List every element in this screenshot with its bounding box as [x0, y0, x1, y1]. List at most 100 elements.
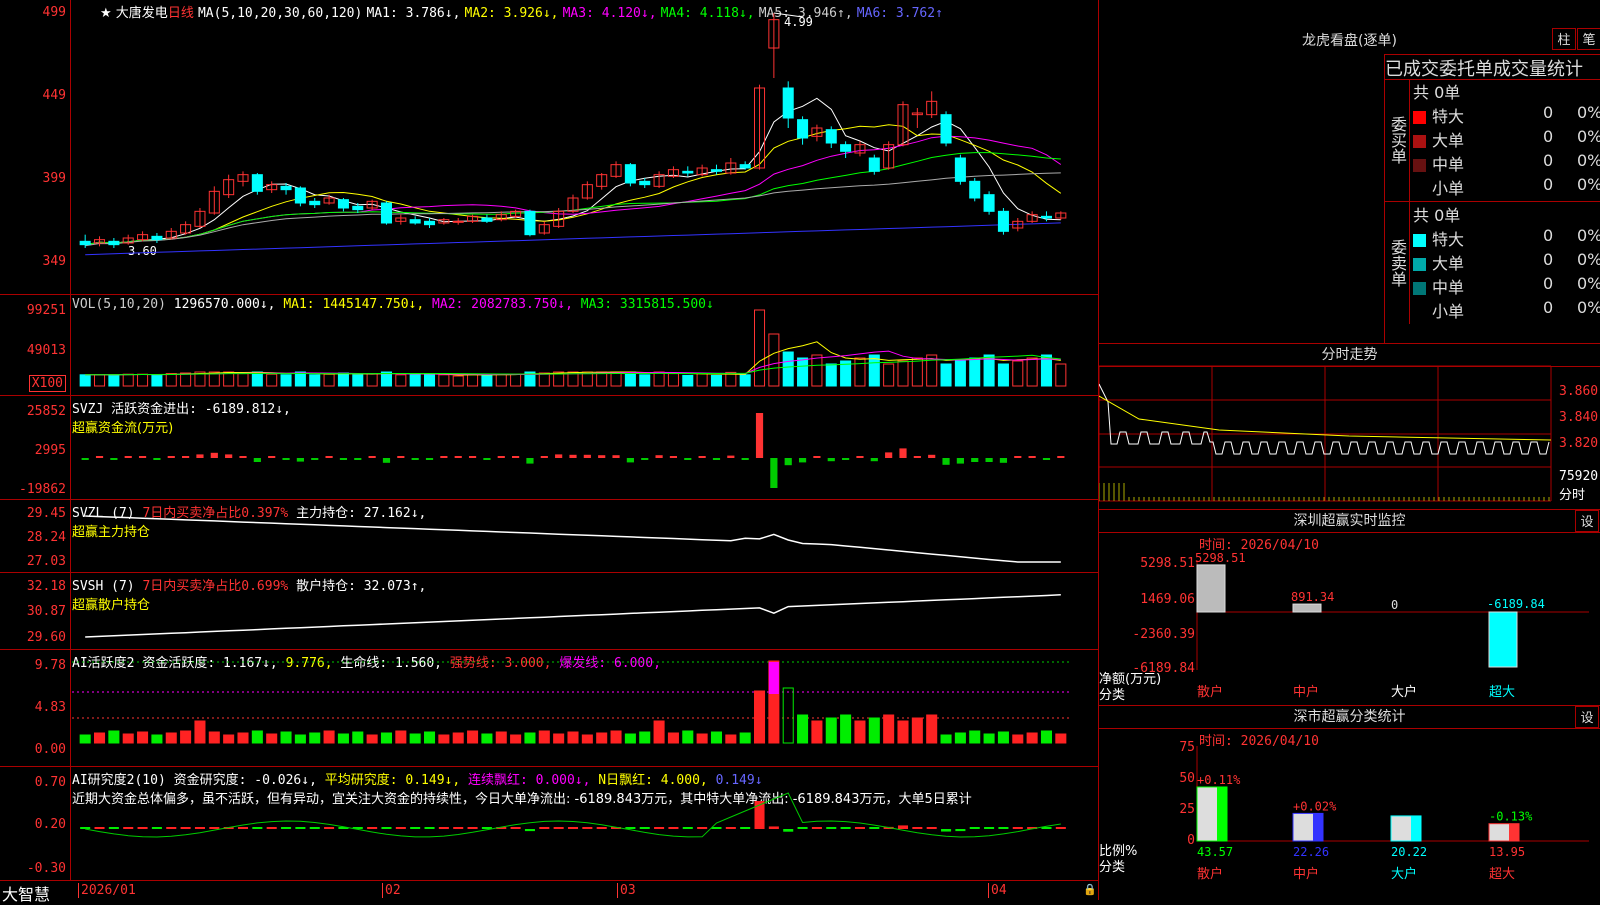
activity-bar — [954, 732, 966, 744]
research-chart — [80, 792, 1066, 838]
activity-bar — [983, 733, 995, 744]
activity-bar — [883, 714, 895, 744]
activity-bar — [538, 730, 550, 744]
activity-bar — [1040, 730, 1053, 744]
net-flow-value: -6189.84 — [1487, 597, 1545, 611]
volume-bar — [510, 373, 522, 387]
ai-research-panel[interactable]: 0.70 0.20 -0.30 AI研究度2(10) 资金研究度: -0.026… — [0, 767, 1098, 881]
flow-bar — [641, 458, 649, 460]
volume-bar — [1026, 357, 1038, 387]
sz-class-panel[interactable]: 深市超赢分类统计 设 时间: 2026/04/10 75 50 25 0 比例%… — [1099, 705, 1600, 901]
flow-bar — [885, 452, 893, 458]
research-bar — [697, 827, 708, 829]
kline-panel[interactable]: 499 449 399 349 ★ 大唐发电日线 MA(5,10,20,30,6… — [0, 0, 1098, 295]
volume-bar — [911, 357, 923, 387]
activity-bar — [624, 733, 636, 744]
candle-body — [624, 164, 636, 184]
research-bar — [811, 827, 822, 829]
volume-bar — [294, 371, 306, 387]
candle-body — [280, 185, 292, 191]
volume-bar — [667, 373, 679, 387]
buy-total: 共 0单 — [1413, 83, 1461, 102]
capital-flow-chart — [81, 413, 1065, 488]
research-bar — [682, 827, 693, 829]
flow-bar — [741, 458, 749, 460]
flow-bar — [899, 448, 907, 458]
volume-bar — [495, 373, 507, 387]
intraday-price-line — [1099, 383, 1550, 455]
order-count: 0 — [1543, 250, 1554, 269]
research-bar — [639, 827, 650, 829]
burst-bar — [768, 662, 779, 694]
research-bar — [424, 827, 435, 829]
flow-bar — [770, 458, 778, 488]
candle-body — [380, 202, 392, 224]
order-count: 0 — [1543, 175, 1554, 194]
order-size-label: 大单 — [1432, 254, 1465, 273]
flow-bar — [985, 458, 993, 462]
sz-monitor-panel[interactable]: 深圳超赢实时监控 设 时间: 2026/04/10 5298.51 1469.0… — [1099, 509, 1600, 705]
ai-active-panel[interactable]: 9.78 4.83 0.00 AI活跃度2 资金活跃度: 1.167↓, 9.7… — [0, 650, 1098, 767]
flow-bar — [182, 456, 190, 458]
candle-body — [151, 235, 163, 241]
flow-bar — [870, 458, 878, 462]
order-table: 委买单 委卖单 共 0单 共 0单 特大 0 0% 大单 0 0% 中单 0 0% 小单 0 0% 特… — [1384, 79, 1600, 343]
research-bar — [897, 825, 909, 829]
lock-icon[interactable]: 🔒 — [1083, 883, 1097, 896]
flow-bar — [497, 456, 505, 458]
dragon-board: 龙虎看盘(逐单) 柱 笔 已成交委托单成交量统计 委买单 委卖单 共 0单 共 … — [1099, 0, 1600, 343]
flow-bar — [1014, 456, 1022, 458]
volume-bar — [782, 351, 794, 387]
flow-bar — [210, 452, 218, 458]
candle-body — [682, 170, 694, 174]
flow-bar — [239, 456, 247, 458]
research-bar — [854, 827, 865, 829]
research-bar — [840, 827, 851, 829]
research-bar — [567, 827, 579, 829]
svsh-panel[interactable]: 32.18 30.87 29.60 SVSH (7) 7日内买卖净占比0.699… — [0, 573, 1098, 650]
sell-orders-label: 委卖单 — [1385, 202, 1410, 324]
dragon-title: 龙虎看盘(逐单) — [1302, 33, 1397, 49]
sz-net-flow-chart: 5298.51 891.34 0 -6189.84 散户 中户 大户 超大 — [1195, 551, 1589, 700]
flow-bar — [354, 458, 362, 460]
svzj-panel[interactable]: 25852 2995 -19862 SVZJ 活跃资金进出: -6189.812… — [0, 396, 1098, 500]
research-bar — [395, 827, 406, 829]
volume-ma-line — [85, 350, 1061, 376]
activity-bar — [424, 731, 436, 744]
intraday-chart — [1099, 365, 1552, 502]
bar-mode-button[interactable]: 柱 — [1552, 28, 1576, 50]
svzl-panel[interactable]: 29.45 28.24 27.03 SVZL (7) 7日内买卖净占比0.397… — [0, 500, 1098, 573]
intraday-panel[interactable]: 分时走势 3.860 3.840 3.820 75920 分时 — [1099, 343, 1600, 509]
volume-bar — [137, 373, 149, 387]
research-bar — [654, 827, 665, 829]
volume-bar — [352, 374, 364, 387]
order-percent: 0% — [1577, 151, 1600, 170]
tick-mode-button[interactable]: 笔 — [1577, 28, 1600, 50]
activity-bar — [682, 730, 694, 744]
volume-bar — [797, 357, 809, 387]
volume-bar — [151, 374, 163, 387]
research-bar — [797, 827, 808, 829]
volume-bar — [754, 309, 766, 387]
flow-bar — [928, 454, 936, 458]
flow-bar — [684, 458, 692, 460]
candle-body — [294, 187, 306, 204]
volume-bar — [481, 374, 493, 387]
activity-bar — [237, 732, 249, 744]
candle-body — [840, 144, 852, 152]
activity-bar — [710, 731, 723, 744]
order-color-swatch — [1413, 234, 1426, 247]
order-percent: 0% — [1577, 226, 1600, 245]
flow-bar — [1042, 458, 1051, 460]
flow-bar — [827, 458, 835, 462]
volume-bar — [997, 363, 1009, 387]
activity-bar — [438, 734, 450, 744]
volume-panel[interactable]: 99251 49013 X100 VOL(5,10,20) 1296570.00… — [0, 295, 1098, 396]
activity-bar — [251, 730, 263, 744]
candle-body — [409, 219, 421, 224]
flow-bar — [81, 458, 89, 460]
volume-bar — [538, 372, 550, 387]
flow-bar — [598, 455, 606, 458]
activity-bar — [840, 714, 852, 744]
dragon-tabs[interactable]: 已成交委托单成交量统计 — [1384, 54, 1600, 80]
